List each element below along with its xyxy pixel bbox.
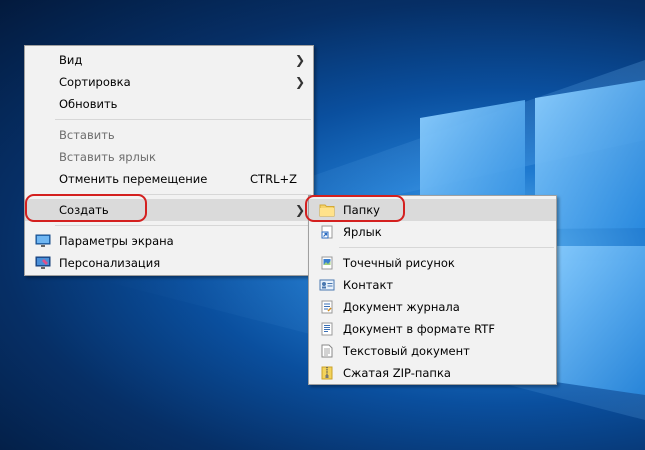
zip-folder-icon: [321, 366, 333, 380]
shortcut-icon: [321, 225, 333, 239]
bitmap-icon: [321, 256, 333, 270]
annotation-highlight-folder: [305, 195, 405, 222]
contact-icon: [319, 279, 335, 291]
journal-icon: [321, 300, 333, 314]
desktop-context-menu: Вид ❯ Сортировка ❯ Обновить Вставить Вст…: [24, 45, 314, 276]
menu-item-shortcut: CTRL+Z: [250, 172, 297, 186]
menu-item-label: Вид: [59, 53, 83, 67]
submenu-item-bitmap[interactable]: Точечный рисунок: [309, 252, 556, 274]
menu-item-label: Точечный рисунок: [343, 256, 455, 270]
menu-item-view[interactable]: Вид ❯: [25, 49, 313, 71]
menu-item-label: Вставить ярлык: [59, 150, 156, 164]
menu-item-label: Документ журнала: [343, 300, 460, 314]
menu-separator: [55, 225, 311, 226]
text-document-icon: [321, 344, 333, 358]
menu-item-label: Сжатая ZIP-папка: [343, 366, 451, 380]
menu-separator: [339, 247, 554, 248]
menu-item-label: Параметры экрана: [59, 234, 174, 248]
menu-item-undo-move[interactable]: Отменить перемещение CTRL+Z: [25, 168, 313, 190]
menu-item-display-settings[interactable]: Параметры экрана: [25, 230, 313, 252]
create-submenu: Папку Ярлык Точечный рисунок Контакт Док…: [308, 195, 557, 385]
menu-item-paste-shortcut: Вставить ярлык: [25, 146, 313, 168]
chevron-right-icon: ❯: [294, 203, 305, 217]
submenu-item-journal[interactable]: Документ журнала: [309, 296, 556, 318]
menu-item-paste: Вставить: [25, 124, 313, 146]
menu-item-label: Вставить: [59, 128, 115, 142]
chevron-right-icon: ❯: [294, 53, 305, 67]
menu-item-label: Персонализация: [59, 256, 161, 270]
rtf-document-icon: [321, 322, 333, 336]
menu-item-label: Текстовый документ: [343, 344, 470, 358]
menu-item-label: Контакт: [343, 278, 394, 292]
submenu-item-shortcut[interactable]: Ярлык: [309, 221, 556, 243]
personalization-icon: [35, 256, 51, 269]
menu-item-label: Обновить: [59, 97, 118, 111]
submenu-item-zip-folder[interactable]: Сжатая ZIP-папка: [309, 362, 556, 384]
menu-item-label: Сортировка: [59, 75, 131, 89]
chevron-right-icon: ❯: [294, 75, 305, 89]
menu-item-refresh[interactable]: Обновить: [25, 93, 313, 115]
menu-item-label: Отменить перемещение: [59, 172, 208, 186]
submenu-item-text-document[interactable]: Текстовый документ: [309, 340, 556, 362]
menu-item-label: Ярлык: [343, 225, 382, 239]
annotation-highlight-create: [25, 194, 147, 222]
menu-separator: [55, 119, 311, 120]
menu-item-personalization[interactable]: Персонализация: [25, 252, 313, 274]
menu-item-label: Документ в формате RTF: [343, 322, 495, 336]
submenu-item-rtf-document[interactable]: Документ в формате RTF: [309, 318, 556, 340]
submenu-item-contact[interactable]: Контакт: [309, 274, 556, 296]
menu-item-sort[interactable]: Сортировка ❯: [25, 71, 313, 93]
display-icon: [35, 234, 51, 247]
